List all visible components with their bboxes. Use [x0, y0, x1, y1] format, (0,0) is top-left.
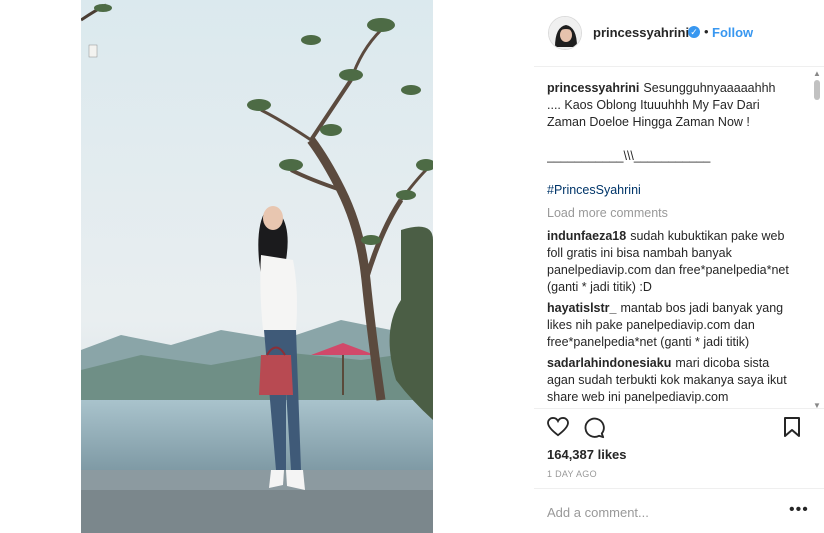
- add-comment-input[interactable]: [547, 502, 767, 522]
- follow-button[interactable]: Follow: [712, 25, 753, 40]
- post-timestamp[interactable]: 1 DAY AGO: [547, 469, 597, 479]
- post-details-panel: princessyahrini ✓ • Follow princessyahri…: [534, 0, 824, 533]
- caption-text-line1: Sesungguhnyaaaaahhh: [643, 81, 776, 95]
- comment-item: hayatislstr_ mantab bos jadi banyak yang …: [547, 300, 793, 351]
- hashtag-link[interactable]: #PrincesSyahrini: [547, 182, 793, 199]
- verified-badge-icon: ✓: [688, 26, 700, 38]
- caption-author[interactable]: princessyahrini: [547, 81, 639, 95]
- scroll-thumb[interactable]: [814, 80, 820, 100]
- comment-item: indunfaeza18 sudah kubuktikan pake web fo…: [547, 228, 793, 296]
- username-link[interactable]: princessyahrini: [593, 25, 689, 40]
- comments-scrollbar[interactable]: ▲ ▼: [812, 70, 822, 410]
- user-avatar[interactable]: [548, 16, 582, 50]
- comment-item: sadarlahindonesiaku mari dicoba sista aga…: [547, 355, 793, 406]
- caption: princessyahrini Sesungguhnyaaaaahhh .... …: [547, 80, 793, 199]
- comments-list[interactable]: princessyahrini Sesungguhnyaaaaahhh .... …: [547, 80, 793, 408]
- comment-author[interactable]: sadarlahindonesiaku: [547, 356, 671, 370]
- caption-text-line2: .... Kaos Oblong Ituuuhhh My Fav Dari: [547, 98, 760, 112]
- caption-text-line3: Zaman Doeloe Hingga Zaman Now !: [547, 115, 750, 129]
- comment-author[interactable]: indunfaeza18: [547, 229, 626, 243]
- add-comment-section: •••: [534, 488, 824, 533]
- scroll-up-arrow-icon[interactable]: ▲: [813, 70, 821, 78]
- comment-author[interactable]: hayatislstr_: [547, 301, 616, 315]
- more-options-icon[interactable]: •••: [789, 501, 809, 519]
- likes-count[interactable]: 164,387 likes: [547, 447, 627, 462]
- caption-divider: ___________\\\___________: [547, 149, 711, 163]
- heart-icon[interactable]: [547, 416, 569, 442]
- comment-icon[interactable]: [583, 417, 605, 444]
- post-header: princessyahrini ✓ • Follow: [534, 0, 824, 67]
- separator-dot: •: [704, 24, 709, 39]
- post-actions: 164,387 likes 1 DAY AGO: [534, 408, 824, 488]
- load-more-comments-button[interactable]: Load more comments: [547, 205, 793, 222]
- bookmark-icon[interactable]: [784, 417, 800, 442]
- post-photo[interactable]: [81, 0, 433, 533]
